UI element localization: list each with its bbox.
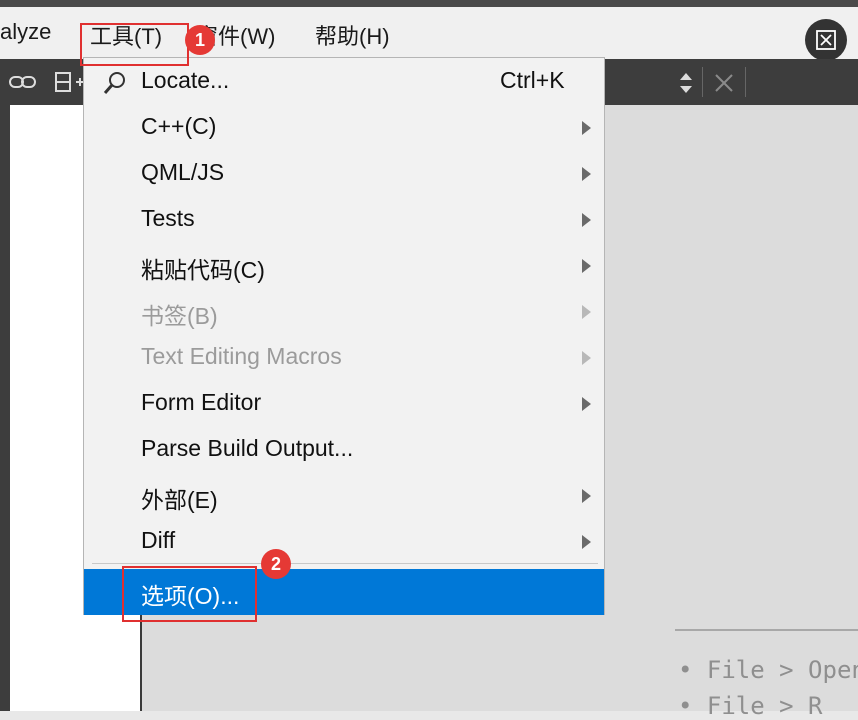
menu-analyze[interactable]: alyze <box>0 19 51 45</box>
close-icon <box>816 30 836 50</box>
menu-item-label: QML/JS <box>141 159 225 185</box>
menu-item-qmljs[interactable]: QML/JS <box>84 151 604 197</box>
menu-item-label: Text Editing Macros <box>141 343 342 369</box>
menu-item-bookmarks: 书签(B) <box>84 289 604 335</box>
menu-item-diff[interactable]: Diff <box>84 519 604 565</box>
screenshot-close-button[interactable] <box>805 19 847 61</box>
submenu-arrow-icon <box>582 535 591 549</box>
menu-item-external[interactable]: 外部(E) <box>84 473 604 519</box>
menu-help[interactable]: 帮助(H) <box>315 19 390 51</box>
menu-item-form-editor[interactable]: Form Editor <box>84 381 604 427</box>
submenu-arrow-icon <box>582 305 591 319</box>
menu-item-label: 外部(E) <box>141 487 218 513</box>
submenu-arrow-icon <box>582 167 591 181</box>
search-icon <box>103 72 125 94</box>
menu-item-tests[interactable]: Tests <box>84 197 604 243</box>
menu-item-label: Diff <box>141 527 176 553</box>
hint-line: • File > Open <box>678 656 858 684</box>
window-top-strip <box>0 0 858 7</box>
toolbar-divider <box>745 67 746 97</box>
tools-dropdown-menu: Locate... Ctrl+K C++(C) QML/JS Tests 粘贴代… <box>83 57 605 615</box>
split-add-icon[interactable] <box>54 70 84 94</box>
menu-item-label: Tests <box>141 205 195 231</box>
toolbar-divider <box>702 67 703 97</box>
annotation-box-tools <box>80 23 189 66</box>
menu-item-cpp[interactable]: C++(C) <box>84 105 604 151</box>
submenu-arrow-icon <box>582 397 591 411</box>
annotation-badge-1: 1 <box>185 25 215 55</box>
menu-item-label: Locate... <box>141 67 230 93</box>
annotation-badge-2: 2 <box>261 549 291 579</box>
left-border <box>0 105 10 711</box>
menu-item-label: Parse Build Output... <box>141 435 354 461</box>
editor-separator <box>675 629 858 631</box>
submenu-arrow-icon <box>582 259 591 273</box>
close-editor-icon[interactable] <box>712 71 736 95</box>
hint-line: • File > R <box>678 692 823 720</box>
link-icon[interactable] <box>8 71 38 93</box>
annotation-box-options <box>122 566 257 622</box>
updown-icon[interactable] <box>676 71 696 95</box>
menu-item-label: 书签(B) <box>141 303 218 329</box>
submenu-arrow-icon <box>582 121 591 135</box>
menu-item-parse-build-output[interactable]: Parse Build Output... <box>84 427 604 473</box>
menu-item-label: Form Editor <box>141 389 262 415</box>
submenu-arrow-icon <box>582 213 591 227</box>
menu-item-text-editing-macros: Text Editing Macros <box>84 335 604 381</box>
menu-item-label: 粘贴代码(C) <box>141 257 265 283</box>
shortcut-label: Ctrl+K <box>500 67 565 93</box>
menu-item-label: C++(C) <box>141 113 217 139</box>
menu-separator <box>92 563 598 564</box>
submenu-arrow-icon <box>582 351 591 365</box>
submenu-arrow-icon <box>582 489 591 503</box>
menu-item-paste-code[interactable]: 粘贴代码(C) <box>84 243 604 289</box>
